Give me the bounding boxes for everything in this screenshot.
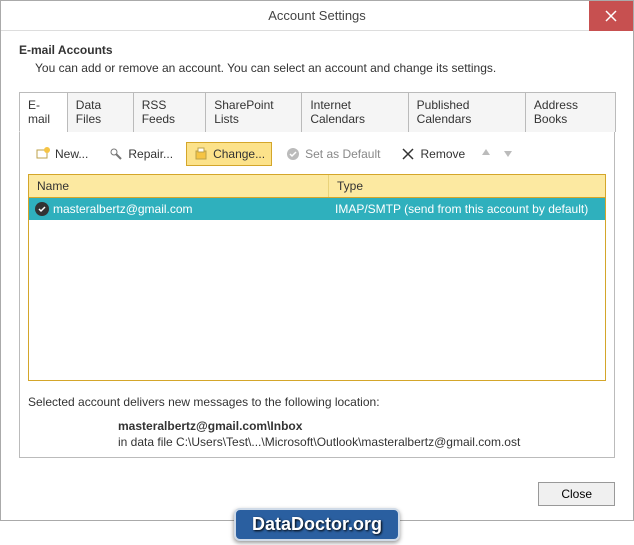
section-subheading: You can add or remove an account. You ca… <box>35 61 615 75</box>
move-up-button[interactable] <box>478 146 494 162</box>
check-circle-icon <box>285 146 301 162</box>
change-label: Change... <box>213 147 265 161</box>
column-header-type[interactable]: Type <box>329 175 605 197</box>
new-label: New... <box>55 147 88 161</box>
tab-email[interactable]: E-mail <box>19 92 68 132</box>
cell-type: IMAP/SMTP (send from this account by def… <box>329 198 605 220</box>
tab-rss-feeds[interactable]: RSS Feeds <box>133 92 207 132</box>
dialog-content: E-mail Accounts You can add or remove an… <box>1 31 633 472</box>
tab-panel-email: New... Repair... Change... <box>19 132 615 458</box>
window-close-button[interactable] <box>589 1 633 31</box>
tab-address-books[interactable]: Address Books <box>525 92 616 132</box>
remove-button[interactable]: Remove <box>393 142 472 166</box>
change-icon <box>193 146 209 162</box>
tab-data-files[interactable]: Data Files <box>67 92 134 132</box>
default-account-icon <box>35 202 49 216</box>
list-header: Name Type <box>29 175 605 198</box>
list-empty-space <box>29 220 605 380</box>
move-down-button[interactable] <box>500 146 516 162</box>
list-row[interactable]: masteralbertz@gmail.com IMAP/SMTP (send … <box>29 198 605 220</box>
change-button[interactable]: Change... <box>186 142 272 166</box>
account-list: Name Type masteralbertz@gmail.com IMAP/S… <box>28 174 606 381</box>
section-heading: E-mail Accounts <box>19 43 615 57</box>
window-title: Account Settings <box>268 8 366 23</box>
watermark-badge: DataDoctor.org <box>234 508 400 541</box>
new-button[interactable]: New... <box>28 142 95 166</box>
repair-icon <box>108 146 124 162</box>
repair-button[interactable]: Repair... <box>101 142 180 166</box>
account-name: masteralbertz@gmail.com <box>53 202 193 216</box>
tab-published-calendars[interactable]: Published Calendars <box>408 92 526 132</box>
set-default-label: Set as Default <box>305 147 380 161</box>
account-settings-dialog: Account Settings E-mail Accounts You can… <box>0 0 634 521</box>
selected-datafile: in data file C:\Users\Test\...\Microsoft… <box>118 435 606 449</box>
arrow-up-icon <box>480 147 492 159</box>
column-header-name[interactable]: Name <box>29 175 329 197</box>
tab-internet-calendars[interactable]: Internet Calendars <box>301 92 408 132</box>
set-default-button[interactable]: Set as Default <box>278 142 387 166</box>
titlebar: Account Settings <box>1 1 633 31</box>
selected-location: masteralbertz@gmail.com\Inbox <box>118 419 606 433</box>
tab-strip: E-mail Data Files RSS Feeds SharePoint L… <box>19 91 615 132</box>
close-icon <box>605 10 617 22</box>
repair-label: Repair... <box>128 147 173 161</box>
tab-sharepoint-lists[interactable]: SharePoint Lists <box>205 92 302 132</box>
remove-icon <box>400 146 416 162</box>
remove-label: Remove <box>420 147 465 161</box>
new-icon <box>35 146 51 162</box>
cell-name: masteralbertz@gmail.com <box>29 198 329 220</box>
selected-description: Selected account delivers new messages t… <box>28 395 606 409</box>
toolbar: New... Repair... Change... <box>28 140 606 174</box>
arrow-down-icon <box>502 147 514 159</box>
close-button[interactable]: Close <box>538 482 615 506</box>
